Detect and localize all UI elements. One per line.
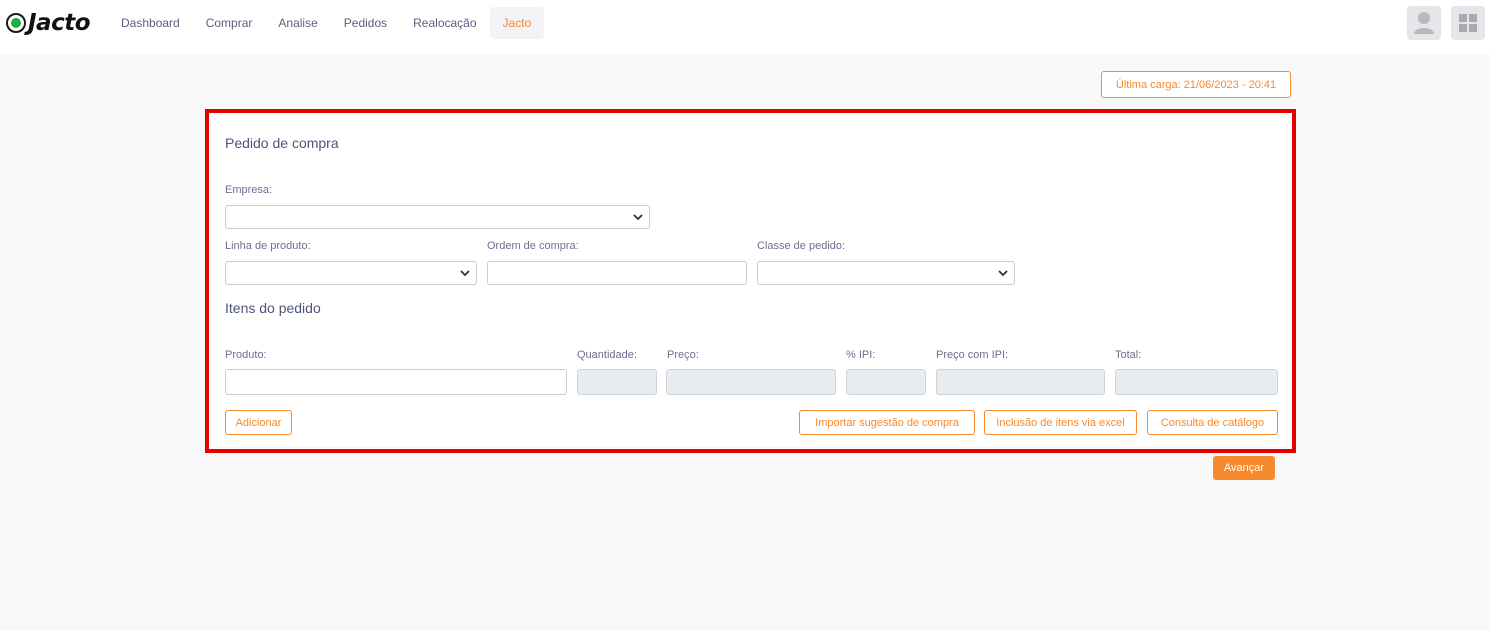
last-load-badge: Última carga: 21/06/2023 - 20:41 <box>1101 71 1291 98</box>
top-navbar: Jacto Dashboard Comprar Analise Pedidos … <box>0 0 1490 55</box>
preco-ipi-label: Preço com IPI: <box>936 349 1009 361</box>
ordem-compra-input[interactable] <box>487 261 747 285</box>
user-avatar-icon <box>1414 12 1434 34</box>
preco-ipi-field <box>936 369 1105 395</box>
nav-item-realocacao[interactable]: Realocação <box>400 7 489 39</box>
nav-item-jacto[interactable]: Jacto <box>489 7 545 39</box>
preco-field <box>666 369 836 395</box>
classe-pedido-select[interactable] <box>757 261 1015 285</box>
nav-item-dashboard[interactable]: Dashboard <box>108 7 193 39</box>
quantidade-label: Quantidade: <box>577 349 637 361</box>
classe-pedido-label: Classe de pedido: <box>757 240 846 252</box>
chevron-down-icon <box>633 214 643 221</box>
purchase-order-card: Pedido de compra Empresa: Linha de produ… <box>205 109 1296 453</box>
produto-label: Produto: <box>225 349 267 361</box>
quantidade-field <box>577 369 657 395</box>
total-field <box>1115 369 1278 395</box>
import-suggestion-button[interactable]: Importar sugestão de compra <box>799 410 975 435</box>
chevron-down-icon <box>460 270 470 277</box>
section-title-pedido: Pedido de compra <box>225 135 339 151</box>
brand-name: Jacto <box>28 10 91 36</box>
linha-produto-select[interactable] <box>225 261 477 285</box>
ordem-compra-label: Ordem de compra: <box>487 240 579 252</box>
user-menu-button[interactable] <box>1407 6 1441 40</box>
total-label: Total: <box>1115 349 1142 361</box>
chevron-down-icon <box>998 270 1008 277</box>
nav-item-comprar[interactable]: Comprar <box>193 7 266 39</box>
nav-item-pedidos[interactable]: Pedidos <box>331 7 400 39</box>
linha-produto-label: Linha de produto: <box>225 240 311 252</box>
preco-label: Preço: <box>667 349 699 361</box>
catalog-button[interactable]: Consulta de catálogo <box>1147 410 1278 435</box>
grid-apps-icon <box>1459 14 1477 32</box>
section-title-itens: Itens do pedido <box>225 300 321 316</box>
next-button[interactable]: Avançar <box>1213 456 1275 480</box>
ipi-field <box>846 369 926 395</box>
main-nav: Dashboard Comprar Analise Pedidos Realoc… <box>108 7 545 39</box>
add-item-button[interactable]: Adicionar <box>225 410 292 435</box>
brand-logo[interactable]: Jacto <box>6 10 91 36</box>
produto-input[interactable] <box>225 369 567 395</box>
empresa-label: Empresa: <box>225 184 273 196</box>
empresa-select[interactable] <box>225 205 650 229</box>
jacto-logo-icon <box>6 13 26 33</box>
ipi-label: % IPI: <box>846 349 876 361</box>
apps-menu-button[interactable] <box>1451 6 1485 40</box>
nav-item-analise[interactable]: Analise <box>265 7 330 39</box>
excel-import-button[interactable]: Inclusão de itens via excel <box>984 410 1137 435</box>
